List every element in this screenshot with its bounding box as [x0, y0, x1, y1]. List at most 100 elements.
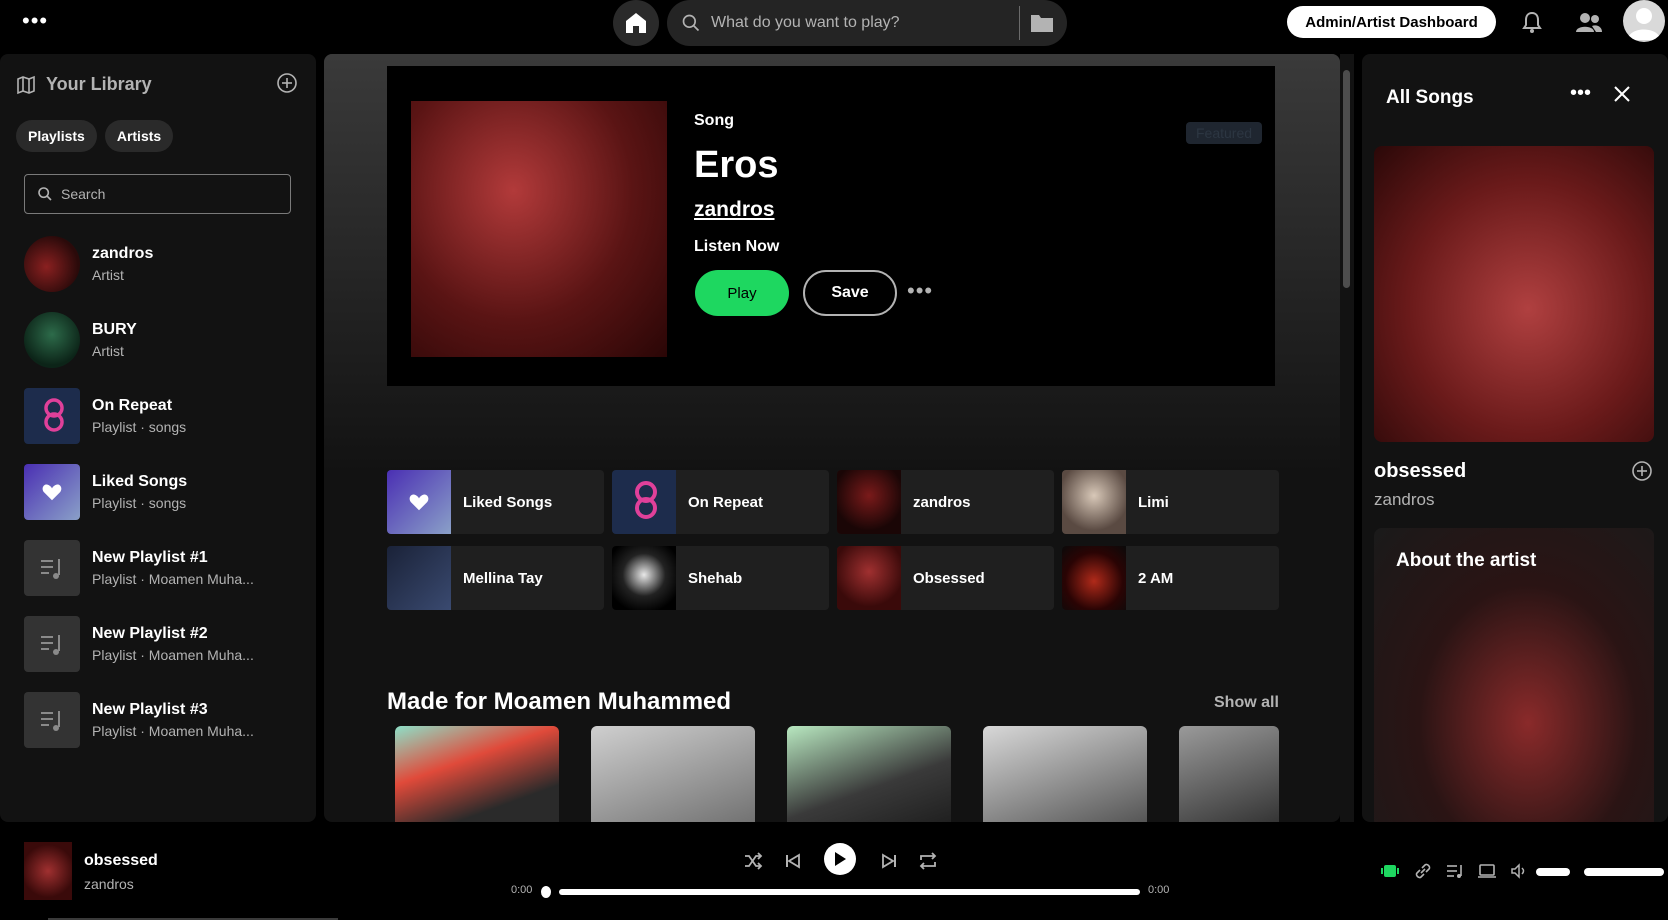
item-subtitle: Playlist · songs: [92, 419, 187, 435]
music-note-icon: [41, 635, 60, 655]
card-label: Liked Songs: [463, 493, 553, 511]
global-search[interactable]: [667, 0, 1067, 46]
quick-card[interactable]: 2 AM: [1062, 546, 1279, 610]
library-filter-chips: Playlists Artists: [16, 120, 174, 152]
quick-card[interactable]: zandros: [837, 470, 1054, 534]
item-subtitle: Playlist · songs: [92, 495, 187, 511]
dashboard-button[interactable]: Admin/Artist Dashboard: [1287, 6, 1496, 38]
volume-track: [1584, 868, 1664, 876]
card-thumbnail: [387, 546, 451, 610]
featured-hero: Song Eros zandros Listen Now Play Save •…: [387, 66, 1275, 386]
link-icon[interactable]: [1414, 862, 1432, 880]
list-item[interactable]: New Playlist #2 Playlist · Moamen Muha...: [24, 616, 304, 672]
heart-icon: [42, 484, 62, 501]
bell-icon[interactable]: [1520, 10, 1544, 34]
hero-cta: Listen Now: [694, 238, 780, 255]
scroll-thumb[interactable]: [1343, 70, 1350, 288]
now-playing-view-icon[interactable]: [1381, 862, 1399, 880]
chip-playlists[interactable]: Playlists: [16, 120, 97, 152]
mix-card[interactable]: [1179, 726, 1279, 822]
list-item[interactable]: Liked Songs Playlist · songs: [24, 464, 304, 520]
save-button[interactable]: Save: [803, 270, 897, 316]
home-button[interactable]: [613, 0, 659, 46]
library-search-input[interactable]: [61, 186, 242, 202]
library-search[interactable]: [24, 174, 291, 214]
play-button[interactable]: Play: [695, 270, 789, 316]
card-thumbnail: [612, 470, 676, 534]
quick-card[interactable]: Limi: [1062, 470, 1279, 534]
more-options-button[interactable]: •••: [907, 278, 933, 304]
mix-card[interactable]: [591, 726, 755, 822]
hero-cover-art[interactable]: [411, 101, 667, 357]
heart-icon: [409, 494, 429, 511]
on-repeat-icon: [635, 481, 657, 519]
add-circle-icon[interactable]: [1631, 460, 1653, 482]
friends-icon[interactable]: [1575, 10, 1603, 34]
panel-artist[interactable]: zandros: [1374, 490, 1434, 510]
now-playing-artist[interactable]: zandros: [84, 876, 134, 892]
mix-card[interactable]: [787, 726, 951, 822]
progress-knob[interactable]: [541, 886, 551, 898]
next-icon[interactable]: [878, 850, 900, 872]
repeat-icon[interactable]: [917, 850, 939, 872]
mix-card[interactable]: [983, 726, 1147, 822]
volume-slider[interactable]: [1536, 868, 1664, 876]
about-title: About the artist: [1396, 550, 1537, 571]
progress-bar[interactable]: [559, 889, 1140, 895]
card-thumbnail: [837, 546, 901, 610]
panel-cover-art: [1374, 146, 1654, 442]
volume-fill: [1536, 868, 1570, 876]
show-all-link[interactable]: Show all: [1214, 694, 1279, 712]
panel-song-title[interactable]: obsessed: [1374, 460, 1466, 483]
library-header[interactable]: Your Library: [16, 74, 152, 95]
liked-songs-thumbnail: [24, 464, 80, 520]
list-item[interactable]: On Repeat Playlist · songs: [24, 388, 304, 444]
hero-type: Song: [694, 112, 734, 129]
list-item[interactable]: zandros Artist: [24, 236, 304, 292]
now-playing-title[interactable]: obsessed: [84, 852, 158, 870]
list-item[interactable]: New Playlist #3 Playlist · Moamen Muha...: [24, 692, 304, 748]
volume-icon[interactable]: [1510, 862, 1528, 880]
list-item[interactable]: BURY Artist: [24, 312, 304, 368]
user-icon: [1628, 8, 1660, 40]
menu-dots-button[interactable]: •••: [22, 10, 48, 32]
quick-card[interactable]: Obsessed: [837, 546, 1054, 610]
now-playing-art[interactable]: [24, 842, 72, 900]
library-title: Your Library: [46, 74, 152, 94]
user-avatar[interactable]: [1623, 0, 1665, 42]
item-subtitle: Artist: [92, 343, 124, 359]
mix-card[interactable]: [395, 726, 559, 822]
browse-folder-icon[interactable]: [1029, 11, 1055, 35]
list-item[interactable]: New Playlist #1 Playlist · Moamen Muha...: [24, 540, 304, 596]
previous-icon[interactable]: [782, 850, 804, 872]
add-circle-icon[interactable]: [276, 72, 298, 94]
search-input[interactable]: [711, 14, 1011, 32]
hero-artist-link[interactable]: zandros: [694, 198, 775, 222]
shuffle-icon[interactable]: [742, 850, 764, 872]
card-label: Obsessed: [913, 569, 985, 587]
item-subtitle: Playlist · Moamen Muha...: [92, 571, 254, 587]
quick-card[interactable]: Mellina Tay: [387, 546, 604, 610]
item-name: New Playlist #1: [92, 549, 208, 566]
item-name: zandros: [92, 245, 154, 262]
card-thumbnail: [837, 470, 901, 534]
quick-access-grid: Liked Songs On Repeat zandros Limi Melli…: [387, 470, 1291, 610]
panel-title: All Songs: [1386, 87, 1474, 108]
quick-card[interactable]: On Repeat: [612, 470, 829, 534]
close-icon[interactable]: [1612, 84, 1632, 104]
quick-card[interactable]: Liked Songs: [387, 470, 604, 534]
quick-card[interactable]: Shehab: [612, 546, 829, 610]
about-artist-card[interactable]: About the artist: [1374, 528, 1654, 822]
card-thumbnail: [612, 546, 676, 610]
play-pause-button[interactable]: [824, 843, 856, 875]
card-label: Limi: [1138, 493, 1169, 511]
devices-icon[interactable]: [1478, 862, 1496, 880]
now-playing-panel: All Songs ••• obsessed zandros About the…: [1362, 54, 1668, 822]
time-total: 0:00: [1148, 884, 1170, 896]
music-note-icon: [41, 711, 60, 731]
panel-more-button[interactable]: •••: [1570, 82, 1591, 105]
item-name: Liked Songs: [92, 473, 188, 490]
chip-artists[interactable]: Artists: [104, 120, 174, 152]
queue-icon[interactable]: [1446, 862, 1464, 880]
featured-badge: Featured: [1186, 122, 1263, 144]
